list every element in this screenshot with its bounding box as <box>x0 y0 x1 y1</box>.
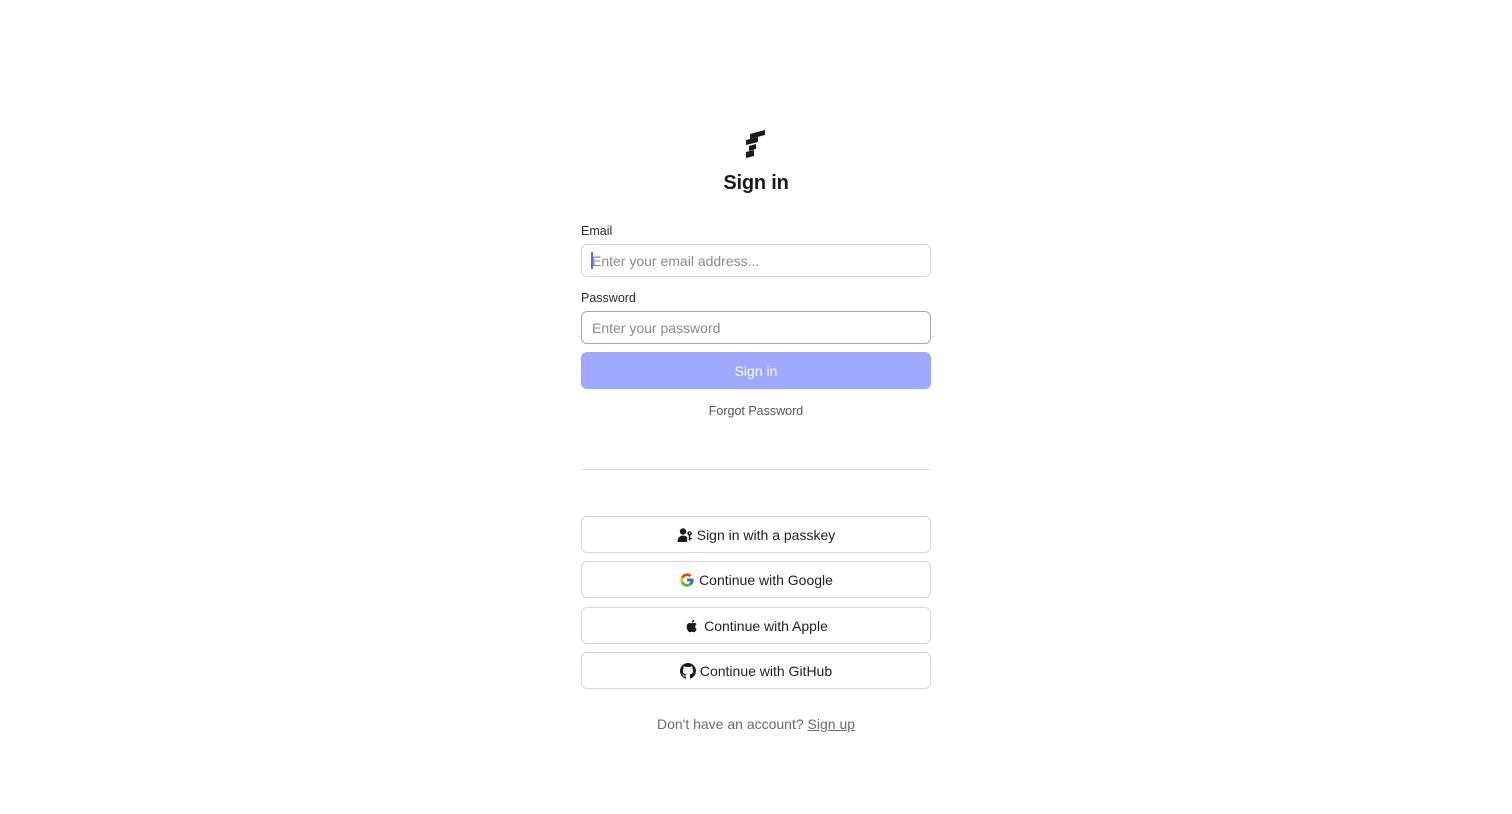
email-label: Email <box>581 224 613 238</box>
github-icon <box>679 662 696 679</box>
page-title: Sign in <box>723 172 789 194</box>
email-field[interactable] <box>581 244 931 277</box>
brand-logo-icon <box>746 130 765 158</box>
google-button[interactable]: Continue with Google <box>581 561 931 598</box>
passkey-button-label: Sign in with a passkey <box>696 526 836 543</box>
forgot-password-link[interactable]: Forgot Password <box>581 403 931 419</box>
signup-prompt: Don't have an account? Sign up <box>581 715 931 733</box>
github-button[interactable]: Continue with GitHub <box>581 652 931 689</box>
apple-button-label: Continue with Apple <box>704 617 828 634</box>
signup-prompt-text: Don't have an account? <box>656 716 804 732</box>
passkey-button[interactable]: Sign in with a passkey <box>581 516 931 553</box>
sign-in-button[interactable]: Sign in <box>581 352 931 389</box>
github-button-label: Continue with GitHub <box>699 662 833 679</box>
google-button-label: Continue with Google <box>699 571 833 588</box>
password-label: Password <box>581 291 636 305</box>
google-icon <box>679 572 695 588</box>
text-cursor <box>591 252 593 269</box>
divider <box>581 469 931 470</box>
apple-button[interactable]: Continue with Apple <box>581 607 931 644</box>
apple-icon <box>684 618 700 634</box>
user-key-icon <box>677 527 693 543</box>
password-field[interactable] <box>581 311 931 344</box>
signup-link[interactable]: Sign up <box>808 716 855 732</box>
